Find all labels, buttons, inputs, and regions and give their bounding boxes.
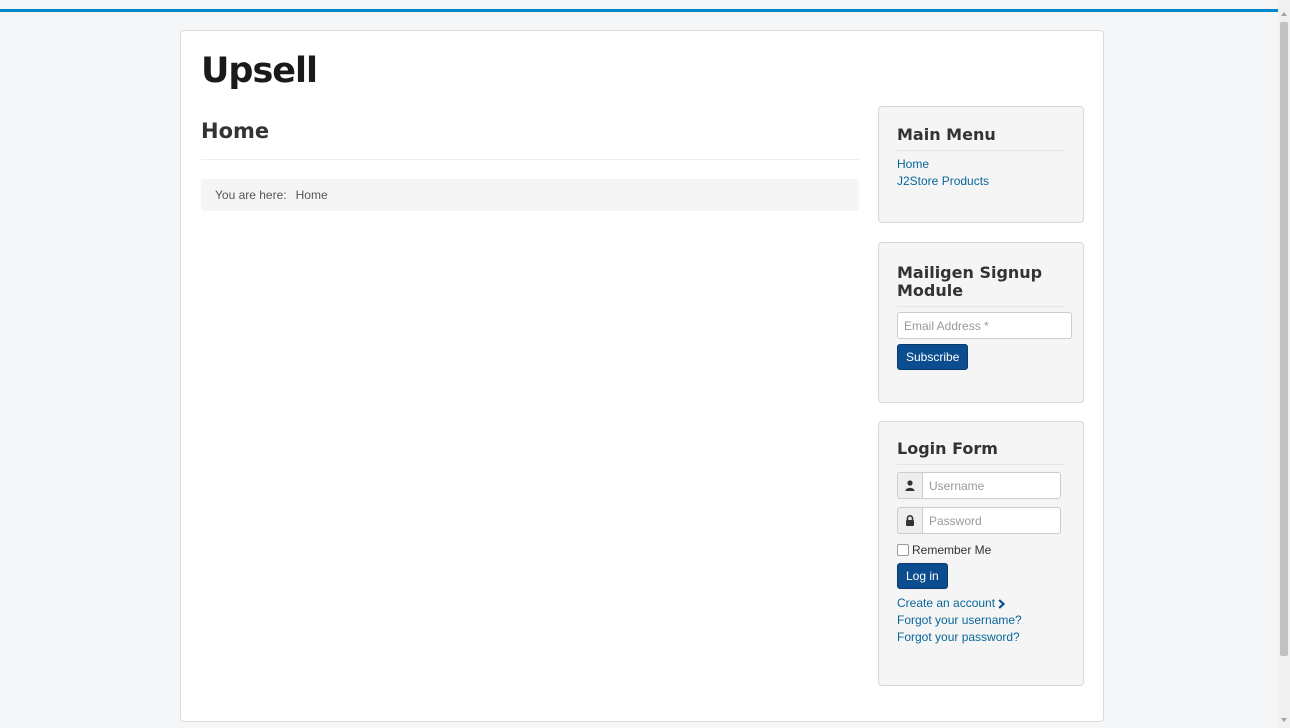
menu-item-j2store-products[interactable]: J2Store Products <box>897 173 1065 190</box>
chevron-right-icon <box>998 599 1006 609</box>
subscribe-button[interactable]: Subscribe <box>897 344 969 370</box>
scrollbar-thumb[interactable] <box>1280 22 1288 656</box>
create-account-label: Create an account <box>897 596 996 610</box>
module-divider <box>897 306 1065 307</box>
breadcrumb: You are here: Home <box>201 179 859 211</box>
menu-item-home[interactable]: Home <box>897 156 1065 173</box>
password-input[interactable] <box>922 507 1061 534</box>
main-menu-module: Main Menu Home J2Store Products <box>878 106 1084 223</box>
scroll-down-icon[interactable] <box>1281 718 1287 722</box>
email-input[interactable] <box>897 312 1072 339</box>
login-module: Login Form Remember Me Log in Create an … <box>878 421 1084 686</box>
remember-me-label: Remember Me <box>912 543 992 557</box>
remember-me[interactable]: Remember Me <box>897 542 1065 558</box>
page-container: Upsell Home You are here: Home Main Menu… <box>180 30 1104 722</box>
breadcrumb-label: You are here: <box>215 188 287 202</box>
create-account-link[interactable]: Create an account <box>897 595 1065 612</box>
scroll-up-icon[interactable] <box>1281 12 1287 16</box>
forgot-password-link[interactable]: Forgot your password? <box>897 629 1065 646</box>
heading-divider <box>201 159 859 160</box>
scrollbar[interactable] <box>1278 0 1290 728</box>
forgot-username-link[interactable]: Forgot your username? <box>897 612 1065 629</box>
signup-title: Mailigen Signup Module <box>897 263 1043 300</box>
user-icon <box>897 472 922 499</box>
top-accent-bar <box>0 9 1278 12</box>
login-button[interactable]: Log in <box>897 563 948 589</box>
breadcrumb-current: Home <box>295 188 328 202</box>
site-brand[interactable]: Upsell <box>201 51 318 91</box>
login-title: Login Form <box>897 439 998 458</box>
lock-icon <box>897 507 922 534</box>
signup-module: Mailigen Signup Module Subscribe <box>878 242 1084 403</box>
password-group <box>897 507 1061 534</box>
username-input[interactable] <box>922 472 1061 499</box>
module-divider <box>897 464 1065 465</box>
main-menu-title: Main Menu <box>897 125 996 144</box>
remember-me-checkbox[interactable] <box>897 544 909 556</box>
page-title: Home <box>201 119 270 143</box>
username-group <box>897 472 1061 499</box>
module-divider <box>897 150 1065 151</box>
login-links: Create an account Forgot your username? … <box>897 595 1065 646</box>
